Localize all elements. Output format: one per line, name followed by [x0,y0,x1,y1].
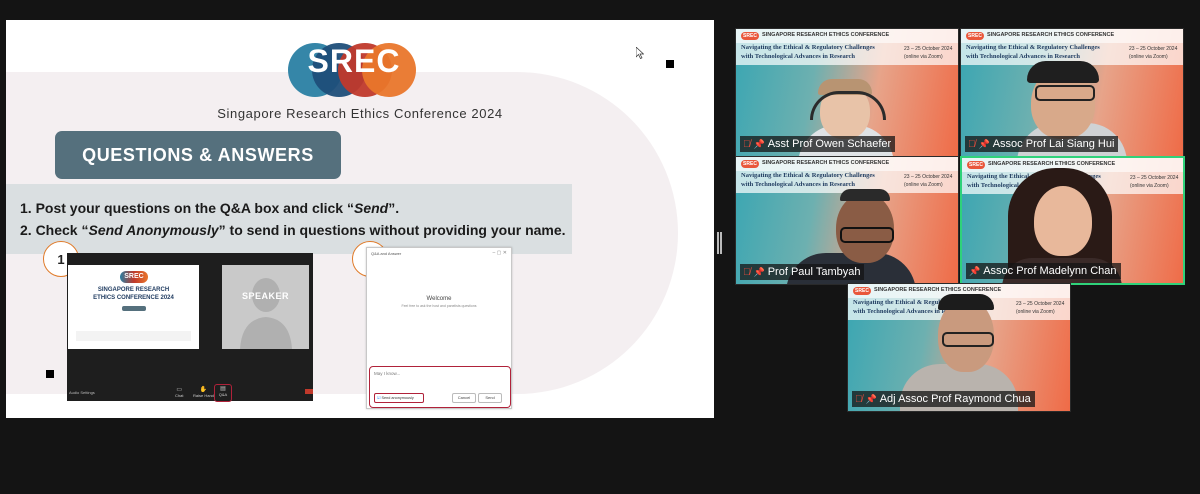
instruction-2: 2. Check “Send Anonymously” to send in q… [20,222,566,238]
banner-dates: 23 – 25 October 2024 (online via Zoom) [1016,301,1065,315]
toolbar-chat: ▭ Chat [175,387,184,398]
banner-title: Navigating the Ethical & Regulatory Chal… [741,44,875,60]
banner-title: Navigating the Ethical & Regulatory Chal… [741,172,875,188]
participant-hair [938,294,994,310]
banner-dates: 23 – 25 October 2024 (online via Zoom) [904,174,953,188]
banner-logo: SREC [741,160,759,168]
video-tile-madelynn-chan[interactable]: SREC SINGAPORE RESEARCH ETHICS CONFERENC… [960,156,1185,285]
window-controls-icon: – ▢ ✕ [492,250,507,256]
thumb-slide: SREC SINGAPORE RESEARCH ETHICS CONFERENC… [68,265,199,349]
thumb-date-pill [122,306,146,311]
section-heading: QUESTIONS & ANSWERS [55,131,341,179]
banner-logo: SREC [967,161,985,169]
logo-text: SREC [307,43,401,79]
pin-icon: 📌 [969,266,981,276]
audio-settings-label: Audio Settings [69,390,95,395]
banner-top: SREC SINGAPORE RESEARCH ETHICS CONFERENC… [736,29,958,43]
banner-title: Navigating the Ethical & Regulatory Chal… [966,44,1100,60]
toolbar-raise-hand: ✋ Raise Hand [193,387,214,398]
participant-nameplate: 🎙̸ 📌 Adj Assoc Prof Raymond Chua [852,391,1035,407]
thumb-title-2: ETHICS CONFERENCE 2024 [93,295,174,301]
banner-dates: 23 – 25 October 2024 (online via Zoom) [904,46,953,60]
window-marker [666,60,674,68]
banner-top: SREC SINGAPORE RESEARCH ETHICS CONFERENC… [961,29,1183,43]
speaker-label: SPEAKER [241,291,289,301]
instructions-panel: 1. Post your questions on the Q&A box an… [6,184,572,254]
glasses-icon [1035,85,1095,101]
banner-main: Navigating the Ethical & Regulatory Chal… [736,43,958,65]
qa-window-header: Q&A and Answer [371,251,402,256]
participant-hair [1027,61,1099,83]
qa-icon: ▤ [220,386,226,392]
mic-muted-icon: 🎙̸ [855,394,863,405]
banner-logo: SREC [741,32,759,40]
banner-logo: SREC [853,287,871,295]
toolbar-qa: ▤ Q&A [214,384,232,402]
split-view-handle[interactable] [717,232,722,254]
glasses-icon [942,332,994,347]
participant-face [1034,186,1092,256]
video-tile-paul-tambyah[interactable]: SREC SINGAPORE RESEARCH ETHICS CONFERENC… [735,156,959,285]
conference-title: Singapore Research Ethics Conference 202… [217,106,503,121]
participant-hair [840,189,890,201]
participant-nameplate: 🎙̸ 📌 Asst Prof Owen Schaefer [740,136,896,152]
qa-welcome-sub: Feel free to ask the host and panelists … [401,304,477,308]
hand-icon: ✋ [199,387,208,393]
banner-logo: SREC [966,32,984,40]
qa-input-area: May I know... ☑ Send anonymously Cancel … [369,366,511,408]
person-silhouette-icon [240,278,292,349]
qa-welcome: Welcome [426,296,452,302]
participant-nameplate: 🎙̸ 📌 Assoc Prof Lai Siang Hui [965,136,1119,152]
thumb-partner-logos [76,331,191,341]
banner-conference: SINGAPORE RESEARCH ETHICS CONFERENCE [987,32,1115,38]
glasses-icon [840,227,894,243]
banner-conference: SINGAPORE RESEARCH ETHICS CONFERENCE [874,287,1002,293]
chat-icon: ▭ [176,387,183,393]
speaker-placeholder-tile: SPEAKER [222,265,309,349]
mic-muted-icon: 🎙̸ [743,267,751,278]
instruction-1: 1. Post your questions on the Q&A box an… [20,200,400,216]
qa-input-placeholder: May I know... [374,371,401,376]
banner-conference: SINGAPORE RESEARCH ETHICS CONFERENCE [988,161,1116,167]
pin-icon: 📌 [753,139,765,149]
banner-conference: SINGAPORE RESEARCH ETHICS CONFERENCE [762,32,890,38]
banner-conference: SINGAPORE RESEARCH ETHICS CONFERENCE [762,160,890,166]
banner-dates: 23 – 25 October 2024 (online via Zoom) [1130,175,1179,189]
video-tile-owen-schaefer[interactable]: SREC SINGAPORE RESEARCH ETHICS CONFERENC… [735,28,959,157]
mic-muted-icon: 🎙̸ [743,139,751,150]
video-tile-raymond-chua[interactable]: SREC SINGAPORE RESEARCH ETHICS CONFERENC… [847,283,1071,412]
zoom-screenshot: SREC SINGAPORE RESEARCH ETHICS CONFERENC… [67,253,313,402]
cancel-button-thumb: Cancel [452,393,476,403]
pin-icon: 📌 [865,394,877,404]
window-marker [46,370,54,378]
pin-icon: 📌 [978,139,990,149]
leave-button-thumb [305,389,313,394]
pin-icon: 📌 [753,267,765,277]
participant-nameplate: 📌 Assoc Prof Madelynn Chan [966,263,1121,279]
thumb-title-1: SINGAPORE RESEARCH [97,287,170,293]
qa-window-screenshot: Q&A and Answer – ▢ ✕ Welcome Feel free t… [366,247,512,409]
mic-muted-icon: 🎙̸ [968,139,976,150]
cursor-icon [636,47,644,59]
video-tile-lai-siang-hui[interactable]: SREC SINGAPORE RESEARCH ETHICS CONFERENC… [960,28,1184,157]
shared-screen: SREC Singapore Research Ethics Conferenc… [6,20,714,418]
participant-nameplate: 🎙̸ 📌 Prof Paul Tambyah [740,264,865,280]
thumb-logo: SREC [120,271,148,283]
banner-dates: 23 – 25 October 2024 (online via Zoom) [1129,46,1178,60]
send-button-thumb: Send [478,393,502,403]
send-anonymously-checkbox: ☑ Send anonymously [374,393,424,403]
banner-top: SREC SINGAPORE RESEARCH ETHICS CONFERENC… [736,157,958,171]
checkbox-icon: ☑ [377,396,381,400]
